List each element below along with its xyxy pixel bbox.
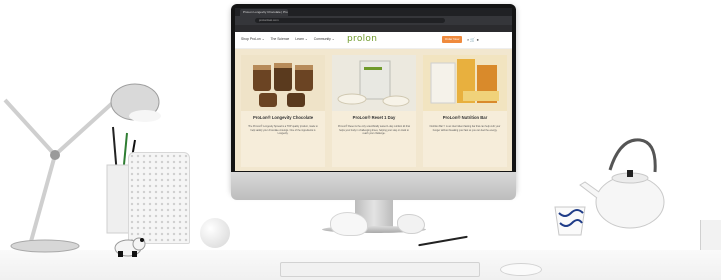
flag-icon[interactable]: ● xyxy=(476,37,478,42)
prolon-logo[interactable]: prolon xyxy=(347,34,377,44)
site-header: Shop ProLon ⌄ The Science Learn ⌄ Commun… xyxy=(235,32,512,49)
teapot xyxy=(575,130,680,235)
address-bar[interactable]: prolonfast.com xyxy=(255,18,445,23)
bird-figurine xyxy=(330,212,368,236)
cart-icon[interactable]: 🛒 xyxy=(470,37,475,42)
header-icons: ⌕ 🛒 ● xyxy=(467,37,479,42)
panda-figurine xyxy=(110,235,146,257)
nav-item-science[interactable]: The Science xyxy=(270,37,289,41)
product-description: Nutrition Bar™ is an intermittent fastin… xyxy=(429,125,501,132)
crumpled-paper xyxy=(397,214,425,234)
site-nav: Shop ProLon ⌄ The Science Learn ⌄ Commun… xyxy=(241,37,340,41)
bookmarks-bar xyxy=(235,25,512,32)
perforated-lantern xyxy=(128,152,190,244)
product-title[interactable]: ProLon® Nutrition Bar xyxy=(423,115,507,120)
monitor-chin xyxy=(231,172,516,200)
mouse xyxy=(500,263,542,276)
product-image-chocolate-jars xyxy=(241,55,325,111)
product-card-chocolate[interactable]: ProLon® Longevity Chocolate The ProLon® … xyxy=(241,55,325,167)
product-image-nutrition-bars xyxy=(423,55,507,111)
browser-tabbar: ProLon Longevity Chocolate | ProLon® xyxy=(235,8,512,16)
browser-toolbar: prolonfast.com xyxy=(235,16,512,25)
keyboard xyxy=(280,262,480,277)
pen xyxy=(418,235,468,247)
order-now-button[interactable]: Order Now xyxy=(442,36,462,43)
browser-tab[interactable]: ProLon Longevity Chocolate | ProLon® xyxy=(240,9,288,16)
product-card-reset[interactable]: ProLon® Reset 1 Day ProLon® Reset is the… xyxy=(332,55,416,167)
product-description: The ProLon® Longevity Spread is a TOP qu… xyxy=(248,125,318,136)
desk-scene: ProLon Longevity Chocolate | ProLon® pro… xyxy=(0,0,721,280)
plant-pot xyxy=(700,220,721,250)
product-section: ProLon® Longevity Chocolate The ProLon® … xyxy=(235,49,512,171)
product-title[interactable]: ProLon® Reset 1 Day xyxy=(332,115,416,120)
nav-item-learn[interactable]: Learn ⌄ xyxy=(295,37,307,41)
nav-item-community[interactable]: Community ⌄ xyxy=(314,37,335,41)
white-sphere xyxy=(200,218,230,248)
product-image-reset-box xyxy=(332,55,416,111)
monitor-screen: ProLon Longevity Chocolate | ProLon® pro… xyxy=(235,8,512,171)
product-description: ProLon® Reset is the only scientifically… xyxy=(338,125,410,136)
search-icon[interactable]: ⌕ xyxy=(467,37,469,42)
product-card-nutrition-bar[interactable]: ProLon® Nutrition Bar Nutrition Bar™ is … xyxy=(423,55,507,167)
product-title[interactable]: ProLon® Longevity Chocolate xyxy=(241,115,325,120)
nav-item-shop[interactable]: Shop ProLon ⌄ xyxy=(241,37,265,41)
